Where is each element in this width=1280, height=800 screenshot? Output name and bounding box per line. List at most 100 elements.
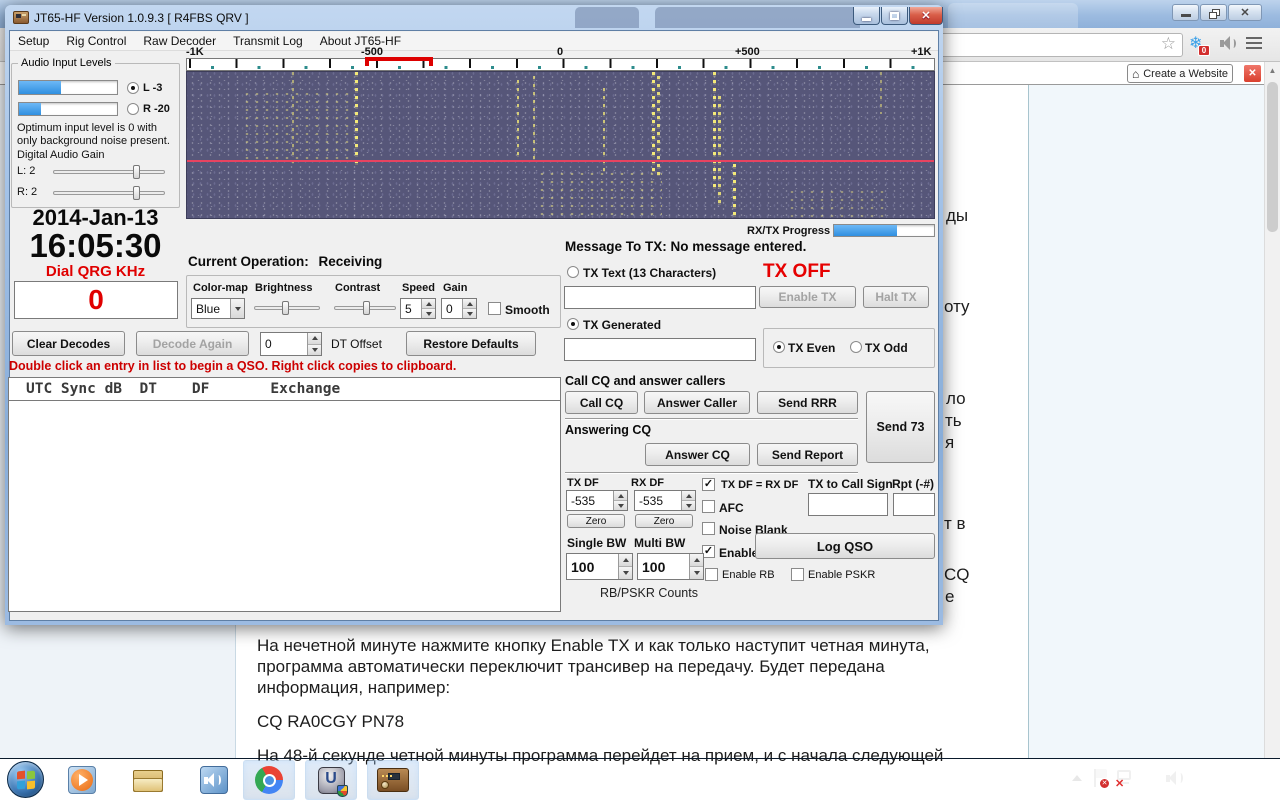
dt-up-icon[interactable] bbox=[308, 333, 321, 345]
brightness-slider[interactable] bbox=[254, 306, 320, 310]
tx-generated-input[interactable] bbox=[564, 338, 756, 361]
browser-restore-button[interactable] bbox=[1200, 4, 1227, 21]
bookmark-star-icon[interactable]: ☆ bbox=[1161, 34, 1176, 54]
contrast-slider[interactable] bbox=[334, 306, 396, 310]
browser-tab[interactable] bbox=[948, 3, 1078, 28]
left-channel-radio[interactable] bbox=[127, 82, 139, 94]
taskbar-explorer[interactable] bbox=[122, 760, 174, 800]
contrast-slider-thumb[interactable] bbox=[363, 301, 370, 315]
speed-down-icon[interactable] bbox=[422, 309, 435, 318]
rx-df-zero-button[interactable]: Zero bbox=[635, 514, 693, 528]
right-gain-slider-thumb[interactable] bbox=[133, 186, 140, 200]
call-cq-button[interactable]: Call CQ bbox=[565, 391, 638, 414]
taskbar-chrome[interactable] bbox=[243, 760, 295, 800]
tx-df-zero-button[interactable]: Zero bbox=[567, 514, 625, 528]
scrollbar-up-icon[interactable]: ▲ bbox=[1265, 64, 1280, 78]
tx-df-spinner[interactable]: -535 bbox=[566, 490, 628, 511]
taskbar-jt65[interactable] bbox=[367, 760, 419, 800]
decode-list[interactable] bbox=[8, 400, 561, 612]
txdf-eq-rxdf-checkbox[interactable]: ✓ bbox=[702, 478, 715, 491]
rxdf-down-icon[interactable] bbox=[682, 501, 695, 510]
menu-rig-control[interactable]: Rig Control bbox=[66, 34, 126, 48]
tray-signal-icon[interactable] bbox=[1140, 770, 1160, 788]
start-button[interactable] bbox=[7, 761, 44, 798]
rpt-input[interactable] bbox=[893, 493, 935, 516]
menu-setup[interactable]: Setup bbox=[18, 34, 49, 48]
tx-text-input[interactable] bbox=[564, 286, 756, 309]
answer-caller-button[interactable]: Answer Caller bbox=[644, 391, 750, 414]
rxdf-up-icon[interactable] bbox=[682, 491, 695, 501]
tx-generated-radio[interactable] bbox=[567, 318, 579, 330]
jt65-maximize-button[interactable] bbox=[881, 7, 908, 25]
menu-transmit-log[interactable]: Transmit Log bbox=[233, 34, 303, 48]
menu-raw-decoder[interactable]: Raw Decoder bbox=[143, 34, 216, 48]
speed-up-icon[interactable] bbox=[422, 299, 435, 309]
dial-qrg-value-box[interactable]: 0 bbox=[14, 281, 178, 319]
enable-rb-checkbox[interactable] bbox=[705, 568, 718, 581]
tray-volume-icon[interactable] bbox=[1166, 771, 1186, 787]
multi-bw-spinner[interactable]: 100 bbox=[637, 553, 704, 580]
tx-even-radio[interactable] bbox=[773, 341, 785, 353]
log-qso-button[interactable]: Log QSO bbox=[755, 533, 935, 559]
halt-tx-button[interactable]: Halt TX bbox=[863, 286, 929, 308]
colormap-dropdown-icon[interactable] bbox=[231, 299, 244, 318]
browser-minimize-button[interactable] bbox=[1172, 4, 1199, 21]
single-bw-spinner[interactable]: 100 bbox=[566, 553, 633, 580]
send-report-button[interactable]: Send Report bbox=[757, 443, 858, 466]
extension-speaker-icon[interactable] bbox=[1220, 36, 1240, 52]
enable-pskr-checkbox[interactable] bbox=[791, 568, 804, 581]
clear-decodes-button[interactable]: Clear Decodes bbox=[12, 331, 125, 356]
waterfall-display[interactable] bbox=[186, 71, 935, 219]
tray-clock[interactable]: 20:05 13.01.2014 bbox=[1196, 764, 1258, 796]
right-channel-radio[interactable] bbox=[127, 103, 139, 115]
tx-text-radio[interactable] bbox=[567, 266, 579, 278]
dt-down-icon[interactable] bbox=[308, 345, 321, 356]
infobar-close-button[interactable]: ✕ bbox=[1243, 64, 1262, 83]
jt65-close-button[interactable]: ✕ bbox=[909, 7, 943, 25]
restore-defaults-button[interactable]: Restore Defaults bbox=[406, 331, 536, 356]
show-desktop-strip[interactable] bbox=[1266, 759, 1280, 800]
tx-to-call-input[interactable] bbox=[808, 493, 888, 516]
tray-action-center-icon[interactable]: ✕ bbox=[1092, 769, 1110, 789]
singlebw-up-icon[interactable] bbox=[619, 554, 632, 567]
taskbar-media-player[interactable] bbox=[56, 760, 108, 800]
frequency-ruler[interactable] bbox=[186, 58, 935, 71]
gain-spinner[interactable]: 0 bbox=[441, 298, 477, 319]
browser-close-button[interactable]: ✕ bbox=[1228, 4, 1262, 21]
tray-network-icon[interactable]: ✕ bbox=[1115, 769, 1135, 789]
dt-offset-spinner[interactable]: 0 bbox=[260, 332, 322, 356]
speed-spinner[interactable]: 5 bbox=[400, 298, 436, 319]
brightness-slider-thumb[interactable] bbox=[282, 301, 289, 315]
browser-menu-icon[interactable] bbox=[1246, 37, 1262, 39]
send-rrr-button[interactable]: Send RRR bbox=[757, 391, 858, 414]
multibw-down-icon[interactable] bbox=[690, 567, 703, 579]
colormap-select[interactable]: Blue bbox=[191, 298, 245, 319]
send-73-button[interactable]: Send 73 bbox=[866, 391, 935, 463]
create-website-button[interactable]: ⌂ Create a Website bbox=[1127, 64, 1233, 83]
answer-cq-button[interactable]: Answer CQ bbox=[645, 443, 750, 466]
jt65-minimize-button[interactable] bbox=[853, 7, 880, 25]
left-gain-slider[interactable] bbox=[53, 170, 165, 174]
taskbar-volume-app[interactable] bbox=[188, 760, 240, 800]
call-cq-section-label: Call CQ and answer callers bbox=[565, 374, 726, 388]
noise-blank-checkbox[interactable] bbox=[702, 522, 715, 535]
singlebw-down-icon[interactable] bbox=[619, 567, 632, 579]
taskbar-utorrent[interactable]: U bbox=[305, 760, 357, 800]
tray-language[interactable]: RU bbox=[1040, 772, 1057, 786]
left-gain-slider-thumb[interactable] bbox=[133, 165, 140, 179]
smooth-checkbox[interactable] bbox=[488, 302, 501, 315]
rx-df-spinner[interactable]: -535 bbox=[634, 490, 696, 511]
afc-checkbox[interactable] bbox=[702, 500, 715, 513]
scrollbar-thumb[interactable] bbox=[1267, 82, 1278, 232]
txdf-up-icon[interactable] bbox=[614, 491, 627, 501]
multibw-up-icon[interactable] bbox=[690, 554, 703, 567]
txdf-down-icon[interactable] bbox=[614, 501, 627, 510]
enable-tx-button[interactable]: Enable TX bbox=[759, 286, 856, 308]
gain-down-icon[interactable] bbox=[463, 309, 476, 318]
right-gain-slider[interactable] bbox=[53, 191, 165, 195]
tx-odd-radio[interactable] bbox=[850, 341, 862, 353]
gain-up-icon[interactable] bbox=[463, 299, 476, 309]
decode-again-button[interactable]: Decode Again bbox=[136, 331, 249, 356]
browser-scrollbar[interactable]: ▲ bbox=[1264, 62, 1280, 758]
tray-show-hidden-icon[interactable] bbox=[1072, 775, 1082, 781]
